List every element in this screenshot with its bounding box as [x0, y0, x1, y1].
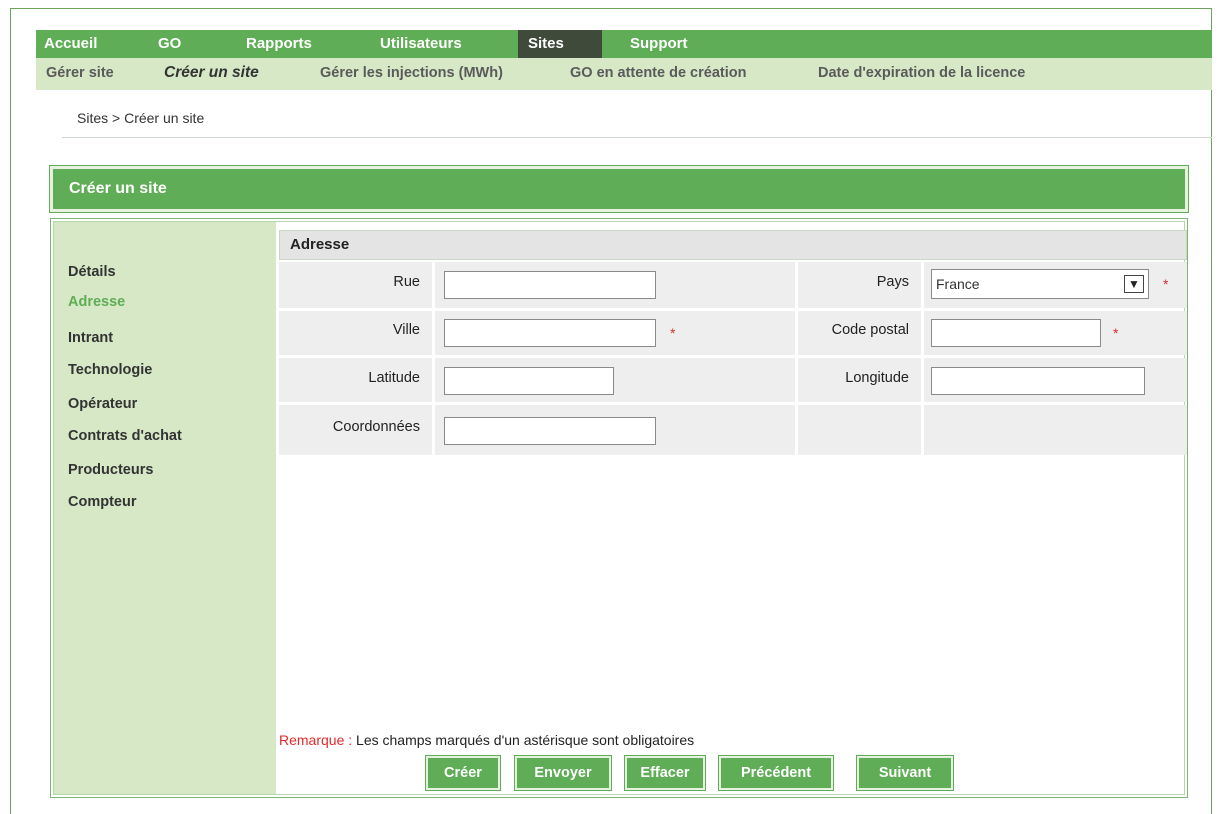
form-panel-inner: Détails Adresse Intrant Technologie Opér…	[53, 221, 1187, 795]
label-cell	[798, 405, 921, 455]
sidebar-item-details[interactable]: Détails	[68, 264, 116, 280]
topnav-item-go[interactable]: GO	[150, 30, 189, 58]
required-fields-remark: Remarque : Les champs marqués d'un astér…	[279, 732, 694, 748]
input-cell	[924, 405, 1187, 455]
subnav-item-gerer-site[interactable]: Gérer site	[36, 58, 124, 90]
form-panel: Détails Adresse Intrant Technologie Opér…	[50, 218, 1188, 798]
section-title: Adresse	[290, 236, 350, 253]
panel-title: Créer un site	[69, 180, 167, 197]
chevron-down-icon[interactable]: ▼	[1124, 275, 1144, 293]
effacer-button[interactable]: Effacer	[624, 755, 706, 791]
subnav-item-gerer-injections[interactable]: Gérer les injections (MWh)	[310, 58, 513, 90]
breadcrumb: Sites > Créer un site	[77, 110, 205, 126]
topnav-item-utilisateurs[interactable]: Utilisateurs	[372, 30, 470, 58]
code-postal-label: Code postal	[831, 322, 909, 338]
required-asterisk: *	[1113, 325, 1119, 341]
creer-button[interactable]: Créer	[425, 755, 501, 791]
envoyer-button[interactable]: Envoyer	[514, 755, 612, 791]
sidebar-item-intrant[interactable]: Intrant	[68, 330, 113, 346]
pays-label: Pays	[876, 274, 909, 290]
sidebar-item-compteur[interactable]: Compteur	[68, 494, 136, 510]
panel-title-bar: Créer un site	[49, 165, 1189, 213]
coordonnees-label: Coordonnées	[332, 419, 420, 435]
subnav-item-creer-un-site[interactable]: Créer un site	[154, 58, 269, 90]
subnav-item-go-attente[interactable]: GO en attente de création	[560, 58, 756, 90]
pays-select[interactable]: France ▼	[931, 269, 1149, 299]
sidebar-item-technologie[interactable]: Technologie	[68, 362, 152, 378]
coordonnees-input[interactable]	[444, 417, 656, 445]
section-header: Adresse	[279, 230, 1187, 260]
remark-text: Les champs marqués d'un astérisque sont …	[352, 732, 695, 748]
required-asterisk: *	[1163, 276, 1169, 292]
pays-select-value: France	[936, 276, 980, 292]
sidebar-item-producteurs[interactable]: Producteurs	[68, 462, 153, 478]
sidebar: Détails Adresse Intrant Technologie Opér…	[54, 222, 276, 794]
topnav-item-sites[interactable]: Sites	[518, 30, 602, 58]
ville-input[interactable]	[444, 319, 656, 347]
sidebar-item-operateur[interactable]: Opérateur	[68, 396, 137, 412]
code-postal-input[interactable]	[931, 319, 1101, 347]
topnav-item-rapports[interactable]: Rapports	[238, 30, 320, 58]
sidebar-item-adresse[interactable]: Adresse	[68, 294, 125, 310]
latitude-label: Latitude	[368, 370, 420, 386]
topnav-item-support[interactable]: Support	[622, 30, 696, 58]
ville-label: Ville	[392, 322, 420, 338]
subnav-item-date-expiration[interactable]: Date d'expiration de la licence	[808, 58, 1035, 90]
latitude-input[interactable]	[444, 367, 614, 395]
required-asterisk: *	[670, 325, 676, 341]
longitude-label: Longitude	[845, 370, 909, 386]
sub-nav: Gérer site Créer un site Gérer les injec…	[36, 58, 1212, 90]
sidebar-item-contrats-achat[interactable]: Contrats d'achat	[68, 428, 182, 444]
remark-label: Remarque :	[279, 732, 353, 748]
suivant-button[interactable]: Suivant	[856, 755, 954, 791]
rue-input[interactable]	[444, 271, 656, 299]
breadcrumb-divider	[62, 137, 1212, 138]
longitude-input[interactable]	[931, 367, 1145, 395]
rue-label: Rue	[393, 274, 420, 290]
top-nav: Accueil GO Rapports Utilisateurs Sites S…	[36, 30, 1212, 58]
precedent-button[interactable]: Précédent	[718, 755, 834, 791]
topnav-item-accueil[interactable]: Accueil	[36, 30, 105, 58]
